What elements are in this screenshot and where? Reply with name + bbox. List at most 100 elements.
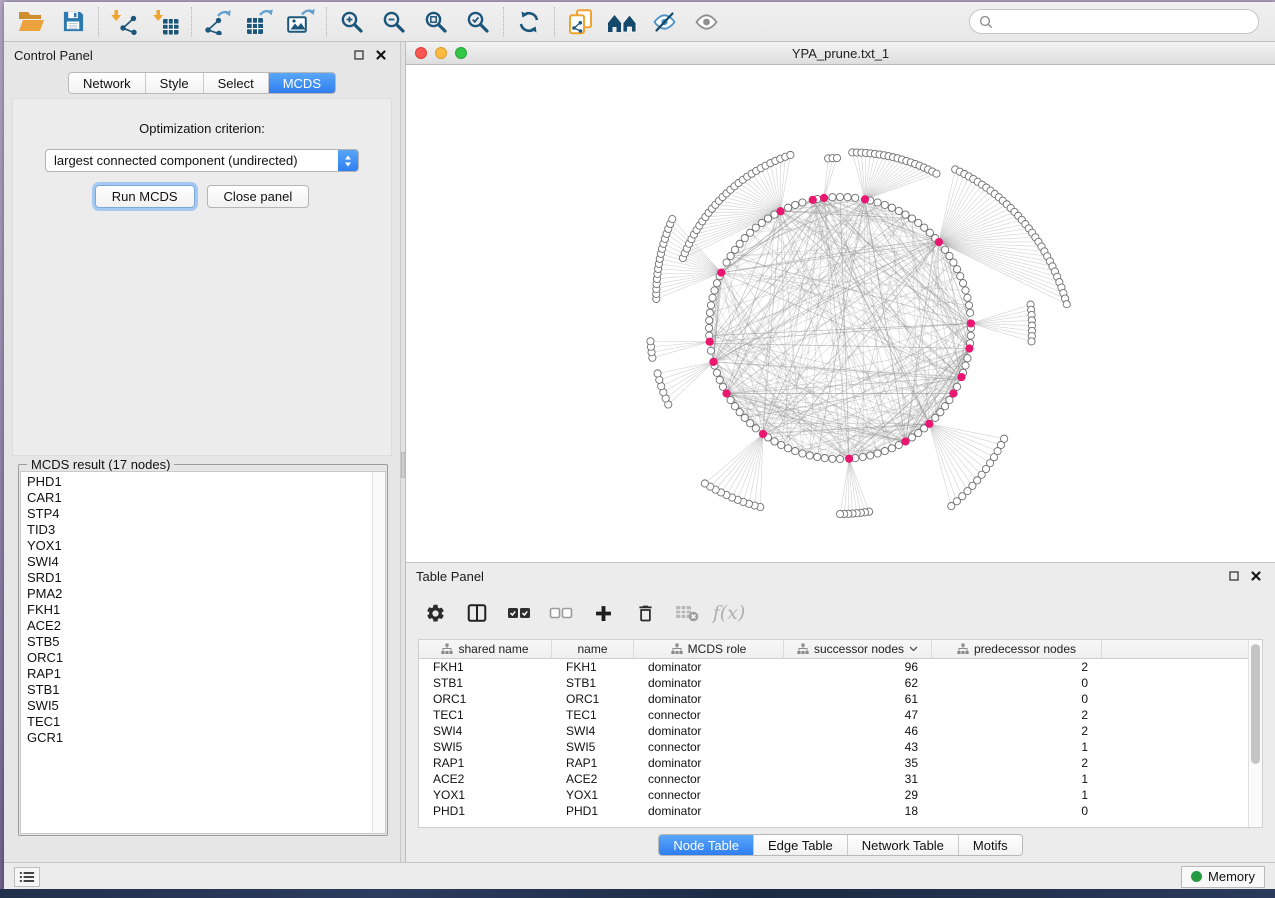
- import-network-icon[interactable]: [103, 5, 145, 39]
- save-session-icon[interactable]: [52, 5, 94, 39]
- table-cell-successor-nodes[interactable]: 62: [784, 675, 932, 691]
- delete-table-icon[interactable]: [670, 596, 704, 630]
- deselect-all-icon[interactable]: [544, 596, 578, 630]
- network-titlebar[interactable]: YPA_prune.txt_1: [406, 42, 1275, 65]
- tab-motifs[interactable]: Motifs: [959, 835, 1022, 855]
- table-cell-name[interactable]: STB1: [552, 675, 634, 691]
- zoom-selected-icon[interactable]: [457, 5, 499, 39]
- criterion-dropdown[interactable]: largest connected component (undirected): [45, 149, 359, 172]
- table-cell-mcds-role[interactable]: dominator: [634, 755, 784, 771]
- table-cell-predecessor-nodes[interactable]: 0: [932, 691, 1102, 707]
- column-header-predecessor-nodes[interactable]: predecessor nodes: [932, 640, 1102, 658]
- table-cell-successor-nodes[interactable]: 61: [784, 691, 932, 707]
- table-cell-predecessor-nodes[interactable]: 1: [932, 739, 1102, 755]
- table-cell-shared-name[interactable]: ACE2: [419, 771, 552, 787]
- tab-network[interactable]: Network: [69, 73, 146, 93]
- mcds-result-item[interactable]: FKH1: [27, 602, 372, 618]
- column-header-name[interactable]: name: [552, 640, 634, 658]
- table-cell-successor-nodes[interactable]: 47: [784, 707, 932, 723]
- table-scrollbar[interactable]: [1248, 640, 1262, 827]
- table-cell-mcds-role[interactable]: connector: [634, 787, 784, 803]
- table-row[interactable]: ACE2ACE2connector311: [419, 771, 1248, 787]
- table-cell-mcds-role[interactable]: connector: [634, 771, 784, 787]
- table-cell-mcds-role[interactable]: dominator: [634, 803, 784, 819]
- table-cell-successor-nodes[interactable]: 43: [784, 739, 932, 755]
- select-all-icon[interactable]: [502, 596, 536, 630]
- table-cell-successor-nodes[interactable]: 29: [784, 787, 932, 803]
- mcds-result-item[interactable]: ACE2: [27, 618, 372, 634]
- column-header-successor-nodes[interactable]: successor nodes: [784, 640, 932, 658]
- memory-button[interactable]: Memory: [1181, 866, 1265, 888]
- close-panel-button[interactable]: Close panel: [207, 185, 310, 208]
- mcds-result-item[interactable]: PMA2: [27, 586, 372, 602]
- hide-selected-icon[interactable]: [643, 5, 685, 39]
- table-cell-name[interactable]: RAP1: [552, 755, 634, 771]
- table-cell-predecessor-nodes[interactable]: 1: [932, 771, 1102, 787]
- mcds-result-item[interactable]: GCR1: [27, 730, 372, 746]
- table-cell-shared-name[interactable]: ORC1: [419, 691, 552, 707]
- table-cell-successor-nodes[interactable]: 18: [784, 803, 932, 819]
- export-table-icon[interactable]: [238, 5, 280, 39]
- split-view-icon[interactable]: [460, 596, 494, 630]
- refresh-icon[interactable]: [508, 5, 550, 39]
- table-cell-shared-name[interactable]: SWI5: [419, 739, 552, 755]
- tab-style[interactable]: Style: [146, 73, 204, 93]
- table-row[interactable]: FKH1FKH1dominator962: [419, 659, 1248, 675]
- table-row[interactable]: RAP1RAP1dominator352: [419, 755, 1248, 771]
- table-row[interactable]: TEC1TEC1connector472: [419, 707, 1248, 723]
- table-cell-shared-name[interactable]: TEC1: [419, 707, 552, 723]
- zoom-in-icon[interactable]: [331, 5, 373, 39]
- table-cell-successor-nodes[interactable]: 96: [784, 659, 932, 675]
- add-column-icon[interactable]: [586, 596, 620, 630]
- close-panel-icon[interactable]: [372, 47, 390, 63]
- table-cell-name[interactable]: YOX1: [552, 787, 634, 803]
- mcds-result-item[interactable]: CAR1: [27, 490, 372, 506]
- export-image-icon[interactable]: [280, 5, 322, 39]
- table-cell-predecessor-nodes[interactable]: 2: [932, 723, 1102, 739]
- mcds-result-item[interactable]: STB1: [27, 682, 372, 698]
- search-input[interactable]: [999, 15, 1249, 29]
- table-cell-predecessor-nodes[interactable]: 0: [932, 675, 1102, 691]
- table-cell-name[interactable]: TEC1: [552, 707, 634, 723]
- float-table-panel-icon[interactable]: [1225, 568, 1243, 584]
- zoom-fit-icon[interactable]: [415, 5, 457, 39]
- table-cell-mcds-role[interactable]: dominator: [634, 691, 784, 707]
- export-network-icon[interactable]: [196, 5, 238, 39]
- table-row[interactable]: SWI5SWI5connector431: [419, 739, 1248, 755]
- delete-column-icon[interactable]: [628, 596, 662, 630]
- mcds-result-item[interactable]: SWI5: [27, 698, 372, 714]
- mcds-result-item[interactable]: YOX1: [27, 538, 372, 554]
- run-mcds-button[interactable]: Run MCDS: [95, 185, 195, 208]
- table-cell-predecessor-nodes[interactable]: 1: [932, 787, 1102, 803]
- search-field[interactable]: [969, 9, 1259, 34]
- mcds-result-item[interactable]: STP4: [27, 506, 372, 522]
- table-cell-successor-nodes[interactable]: 35: [784, 755, 932, 771]
- table-cell-name[interactable]: SWI4: [552, 723, 634, 739]
- tab-mcds[interactable]: MCDS: [269, 73, 335, 93]
- float-panel-icon[interactable]: [350, 47, 368, 63]
- table-cell-name[interactable]: FKH1: [552, 659, 634, 675]
- column-header-shared-name[interactable]: shared name: [419, 640, 552, 658]
- table-cell-shared-name[interactable]: YOX1: [419, 787, 552, 803]
- table-cell-shared-name[interactable]: STB1: [419, 675, 552, 691]
- mcds-result-item[interactable]: ORC1: [27, 650, 372, 666]
- splitter-grip[interactable]: [401, 452, 405, 478]
- table-cell-mcds-role[interactable]: dominator: [634, 675, 784, 691]
- table-row[interactable]: ORC1ORC1dominator610: [419, 691, 1248, 707]
- mcds-result-item[interactable]: STB5: [27, 634, 372, 650]
- table-cell-shared-name[interactable]: PHD1: [419, 803, 552, 819]
- table-cell-predecessor-nodes[interactable]: 2: [932, 659, 1102, 675]
- table-cell-mcds-role[interactable]: connector: [634, 707, 784, 723]
- close-table-panel-icon[interactable]: [1247, 568, 1265, 584]
- table-cell-mcds-role[interactable]: dominator: [634, 723, 784, 739]
- table-cell-name[interactable]: SWI5: [552, 739, 634, 755]
- column-header-mcds-role[interactable]: MCDS role: [634, 640, 784, 658]
- table-cell-name[interactable]: PHD1: [552, 803, 634, 819]
- table-cell-shared-name[interactable]: SWI4: [419, 723, 552, 739]
- table-cell-mcds-role[interactable]: dominator: [634, 659, 784, 675]
- table-cell-name[interactable]: ACE2: [552, 771, 634, 787]
- mcds-result-item[interactable]: SRD1: [27, 570, 372, 586]
- table-row[interactable]: PHD1PHD1dominator180: [419, 803, 1248, 819]
- table-row[interactable]: YOX1YOX1connector291: [419, 787, 1248, 803]
- table-row[interactable]: SWI4SWI4dominator462: [419, 723, 1248, 739]
